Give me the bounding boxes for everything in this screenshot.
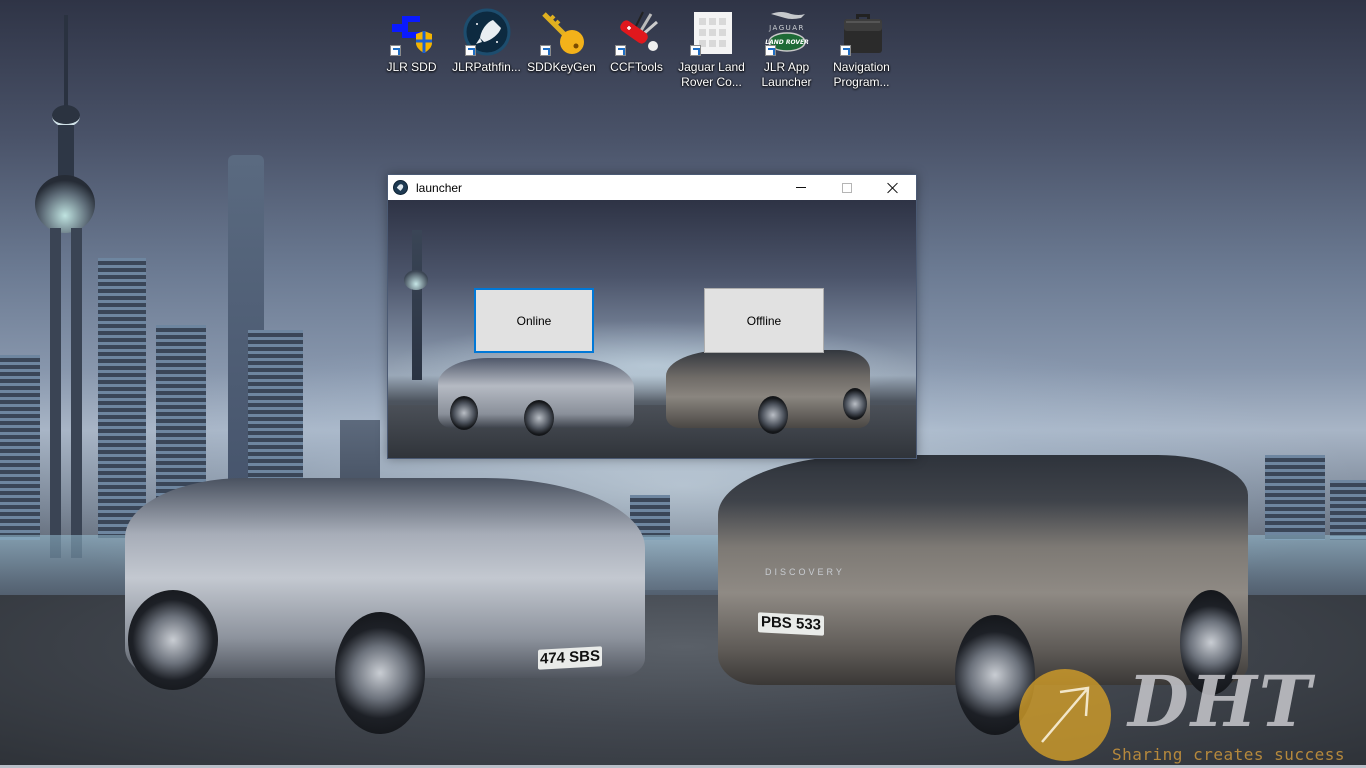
maximize-icon	[842, 182, 852, 193]
tv-tower-upper-sphere	[52, 105, 80, 127]
desktop-icon-jlr-pathfinder[interactable]: JLRPathfin...	[449, 4, 524, 92]
shortcut-arrow-icon	[614, 45, 626, 56]
shortcut-arrow-icon	[539, 45, 551, 56]
watermark-brand: DHT	[1128, 660, 1313, 743]
minimize-button[interactable]	[778, 175, 824, 200]
tv-tower-neck	[58, 125, 74, 180]
desktop-icon-jlr-app-launcher[interactable]: JAGUAR LAND ROVER JLR App Launcher	[749, 4, 824, 92]
arrow-icon	[1041, 686, 1090, 743]
swiss-knife-icon	[613, 8, 661, 56]
building	[1265, 455, 1325, 540]
close-icon	[887, 182, 899, 194]
jlr-sdd-icon	[388, 8, 436, 56]
building	[98, 258, 146, 538]
desktop-icon-navigation-program[interactable]: Navigation Program...	[824, 4, 899, 92]
shortcut-arrow-icon	[764, 45, 776, 56]
license-plate-jaguar: 474 SBS	[538, 646, 602, 670]
wheel	[524, 400, 554, 436]
desktop-icons: JLR SDD JLRPathfin... SDDKeyGen CCFTools…	[374, 4, 899, 92]
desktop-icon-label: JLRPathfin...	[452, 60, 521, 74]
rocket-app-icon[interactable]	[393, 180, 408, 195]
maximize-button[interactable]	[824, 175, 870, 200]
jaguar-landrover-logo-icon: JAGUAR LAND ROVER	[763, 8, 811, 56]
launcher-window: launcher Online Offline	[387, 174, 917, 459]
shortcut-arrow-icon	[839, 45, 851, 56]
wheel	[450, 396, 478, 430]
online-button[interactable]: Online	[474, 288, 594, 353]
desktop-icon-label: JLR App Launcher	[761, 60, 812, 89]
window-title: launcher	[416, 180, 463, 195]
desktop-icon-label: JLR SDD	[386, 60, 437, 74]
wheel	[843, 388, 867, 420]
briefcase-icon	[838, 8, 886, 56]
shortcut-arrow-icon	[464, 45, 476, 56]
desktop-icon-label: Navigation Program...	[833, 60, 890, 89]
offline-button[interactable]: Offline	[704, 288, 824, 353]
wheel	[758, 396, 788, 434]
tv-tower-lower-sphere	[35, 175, 95, 233]
shortcut-arrow-icon	[389, 45, 401, 56]
launcher-background: Online Offline	[388, 200, 916, 458]
tv-tower-legs	[50, 228, 82, 558]
svg-text:JAGUAR: JAGUAR	[768, 24, 805, 32]
tv-tower-sphere	[404, 270, 428, 290]
desktop-icon-label: SDDKeyGen	[527, 60, 596, 74]
shortcut-arrow-icon	[689, 45, 701, 56]
desktop-icon-jlr-sdd[interactable]: JLR SDD	[374, 4, 449, 92]
app-grid-icon	[688, 8, 736, 56]
tv-tower	[412, 230, 422, 380]
wheel	[128, 590, 218, 690]
license-plate-landrover: PBS 533	[758, 612, 824, 636]
title-bar[interactable]: launcher	[388, 175, 916, 200]
tv-tower	[64, 15, 68, 110]
desktop-icon-ccftools[interactable]: CCFTools	[599, 4, 674, 92]
wheel	[335, 612, 425, 734]
desktop-icon-sddkeygen[interactable]: SDDKeyGen	[524, 4, 599, 92]
building	[1330, 480, 1366, 540]
minimize-icon	[796, 187, 806, 188]
jlr-pathfinder-icon	[463, 8, 511, 56]
desktop-icon-label: CCFTools	[610, 60, 663, 74]
watermark-slogan: Sharing creates success	[1112, 745, 1346, 764]
desktop-icon-jaguar-land-rover[interactable]: Jaguar Land Rover Co...	[674, 4, 749, 92]
building	[0, 355, 40, 540]
key-icon	[538, 8, 586, 56]
discovery-badge: DISCOVERY	[765, 567, 845, 577]
close-button[interactable]	[870, 175, 916, 200]
desktop-icon-label: Jaguar Land Rover Co...	[678, 60, 745, 89]
